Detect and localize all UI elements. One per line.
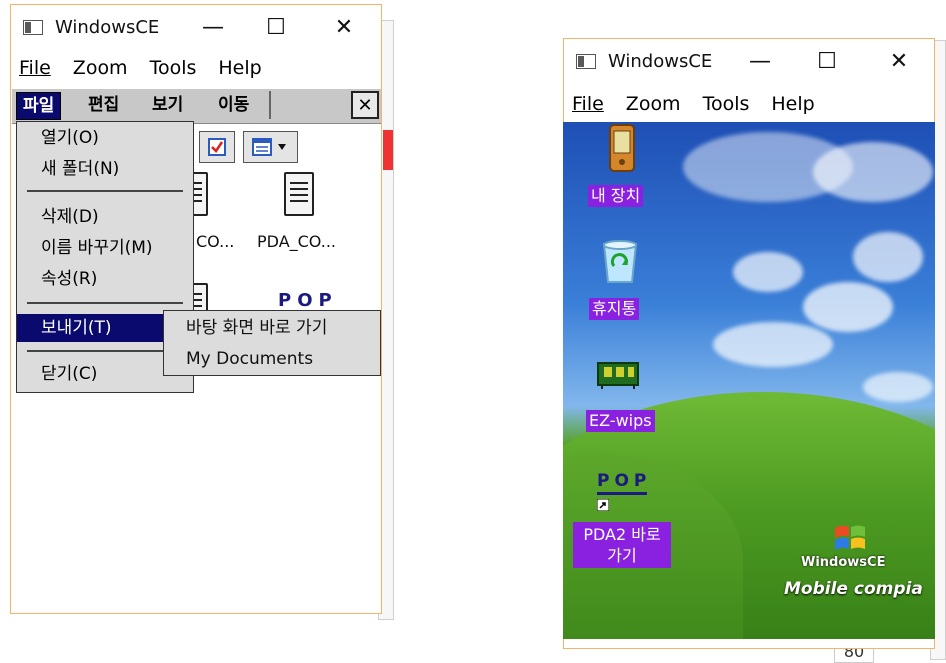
view-list-icon [251,138,286,156]
menu-file[interactable]: File [572,93,604,115]
checklist-icon [208,138,226,156]
minimize-button[interactable]: — [183,5,243,49]
ez-wips-board-icon[interactable] [596,360,640,390]
file-label: CO... [196,232,235,251]
cloud [713,322,833,367]
send-to-submenu: 바탕 화면 바로 가기 My Documents [163,310,381,376]
pda-device-icon[interactable] [608,123,636,175]
title-bar[interactable]: WindowsCE — ☐ ✕ [564,39,934,83]
pop-underline [597,492,647,495]
toolbar-check-button[interactable] [199,131,235,163]
windows-flag-logo-icon [835,525,865,550]
right-edge-fragment [383,130,393,170]
pop-logo-text: POP [597,471,652,491]
menu-zoom[interactable]: Zoom [626,93,681,115]
ce-close-button[interactable]: ✕ [351,91,379,119]
app-window-icon [23,19,43,35]
recycle-bin-icon[interactable] [598,238,642,286]
toolbar-view-dropdown[interactable] [243,131,298,163]
desktop-icon-label[interactable]: 내 장치 [588,185,644,207]
submenu-item-desktop-shortcut[interactable]: 바탕 화면 바로 가기 [164,314,380,342]
menu-item-rename[interactable]: 이름 바꾸기(M) [17,234,193,262]
menu-separator [27,302,183,304]
cloud [863,372,933,402]
ce-menu-view[interactable]: 보기 [146,92,189,118]
menu-separator [27,350,183,352]
windows-ce-logo-text: WindowsCE [801,555,886,570]
shortcut-arrow-icon [597,499,609,511]
maximize-button[interactable]: ☐ [246,5,306,49]
close-button[interactable]: ✕ [314,5,374,49]
product-name-text: Mobile compia [784,579,923,599]
desktop-icon-label[interactable]: PDA2 바로 가기 [573,522,671,568]
menu-item-open[interactable]: 열기(O) [17,124,193,152]
desktop-icon-label[interactable]: EZ-wips [586,410,655,432]
cloud [813,142,933,202]
menu-help[interactable]: Help [218,57,261,79]
menu-file[interactable]: File [19,57,51,79]
cloud [733,252,803,292]
maximize-button[interactable]: ☐ [797,39,857,83]
menu-zoom[interactable]: Zoom [73,57,128,79]
app-window-icon [576,53,596,69]
window-title: WindowsCE [608,50,713,72]
close-button[interactable]: ✕ [869,39,929,83]
menu-bar: File Zoom Tools Help [11,53,381,83]
ce-menu-edit[interactable]: 편집 [82,92,125,118]
menu-tools[interactable]: Tools [703,93,750,115]
file-icon[interactable] [284,172,314,216]
minimize-button[interactable]: — [730,39,790,83]
menu-item-properties[interactable]: 속성(R) [17,265,193,293]
menu-tools[interactable]: Tools [150,57,197,79]
cloud [803,282,893,332]
ce-menu-go[interactable]: 이동 [212,92,255,118]
ce-command-bar: 파일 편집 보기 이동 ✕ [12,88,381,124]
cloud [853,232,923,282]
ce-bar-divider [269,91,271,119]
ce-menu-file[interactable]: 파일 [16,92,62,120]
title-bar[interactable]: WindowsCE — ☐ ✕ [11,5,381,49]
desktop-icon-label[interactable]: 휴지통 [589,298,640,320]
file-label: PDA_CO... [257,232,337,251]
pop-logo-text: POP [278,290,338,311]
window-title: WindowsCE [55,16,160,38]
menu-separator [27,190,183,192]
menu-item-delete[interactable]: 삭제(D) [17,203,193,231]
menu-item-new-folder[interactable]: 새 폴더(N) [17,155,193,183]
submenu-item-my-documents[interactable]: My Documents [164,345,380,373]
menu-bar: File Zoom Tools Help [564,89,934,119]
menu-help[interactable]: Help [771,93,814,115]
